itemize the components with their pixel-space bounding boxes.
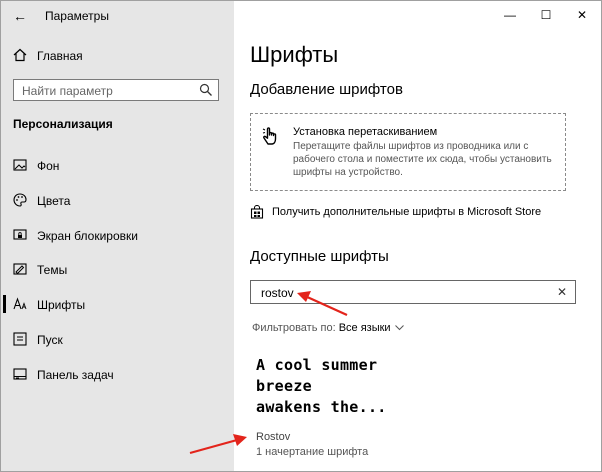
sidebar-item-background[interactable]: Фон: [1, 153, 234, 177]
store-link-label: Получить дополнительные шрифты в Microso…: [272, 206, 542, 218]
preview-line: breeze: [256, 377, 312, 395]
sidebar-item-taskbar[interactable]: Панель задач: [1, 362, 234, 386]
sidebar-item-label: Цвета: [37, 194, 71, 208]
sidebar-item-label: Панель задач: [37, 368, 114, 382]
annotation-arrow: [189, 434, 247, 455]
drop-zone-title: Установка перетаскиванием: [293, 126, 438, 138]
microsoft-store-link[interactable]: Получить дополнительные шрифты в Microso…: [250, 205, 570, 221]
sidebar-item-label: Главная: [37, 49, 83, 63]
lock-screen-icon: [13, 228, 27, 242]
settings-search-input[interactable]: [20, 82, 194, 100]
page-title: Шрифты: [250, 42, 339, 67]
palette-icon: [13, 193, 27, 207]
store-bag-icon: [250, 205, 264, 219]
sidebar-item-themes[interactable]: Темы: [1, 257, 234, 281]
back-arrow-icon[interactable]: ←: [11, 7, 29, 25]
section-title: Персонализация: [13, 117, 113, 131]
sidebar-item-colors[interactable]: Цвета: [1, 188, 234, 212]
sidebar: ← Параметры Главная Персонализация Фон: [1, 1, 234, 471]
window-title: Параметры: [45, 9, 109, 23]
sidebar-item-label: Шрифты: [37, 298, 86, 312]
main-content: Шрифты Добавление шрифтов Установка пере…: [234, 1, 601, 471]
annotation-arrow: [297, 291, 348, 317]
themes-icon: [13, 262, 27, 276]
taskbar-icon: [13, 367, 27, 381]
add-fonts-heading: Добавление шрифтов: [250, 81, 403, 98]
drop-zone-description: Перетащите файлы шрифтов из проводника и…: [293, 141, 552, 178]
font-card-rostov[interactable]: A cool summer breeze awakens the... Rost…: [252, 351, 452, 461]
preview-line: awakens the...: [256, 398, 387, 416]
sidebar-item-label: Фон: [37, 159, 60, 173]
sidebar-item-lock-screen[interactable]: Экран блокировки: [1, 223, 234, 247]
home-icon: [13, 48, 27, 62]
sidebar-item-home[interactable]: Главная: [1, 43, 234, 67]
sidebar-item-label: Темы: [37, 263, 68, 277]
font-style-count: 1 начертание шрифта: [256, 446, 369, 458]
sidebar-item-fonts[interactable]: Шрифты: [1, 292, 234, 316]
start-icon: [13, 332, 27, 346]
font-drop-zone[interactable]: Установка перетаскиванием Перетащите фай…: [250, 113, 566, 191]
hand-pointer-icon: [259, 124, 283, 148]
filter-label: Фильтровать по:: [252, 322, 336, 334]
available-fonts-heading: Доступные шрифты: [250, 248, 389, 265]
active-indicator: [3, 295, 6, 313]
font-preview: A cool summer breeze awakens the...: [256, 355, 416, 418]
sidebar-item-label: Пуск: [37, 333, 63, 347]
filter-value: Все языки: [338, 322, 391, 334]
settings-window: ← Параметры Главная Персонализация Фон: [0, 0, 602, 472]
preview-line: A cool summer: [256, 356, 378, 374]
sidebar-item-label: Экран блокировки: [37, 229, 138, 243]
clear-icon[interactable]: ✕: [555, 284, 569, 300]
language-filter[interactable]: Фильтровать по: Все языки: [252, 322, 404, 336]
font-icon: [13, 297, 27, 311]
settings-search-box[interactable]: [13, 79, 219, 101]
font-name: Rostov: [256, 431, 291, 443]
search-icon[interactable]: [198, 82, 214, 98]
sidebar-item-start[interactable]: Пуск: [1, 327, 234, 351]
chevron-down-icon: [394, 323, 404, 333]
image-icon: [13, 158, 27, 172]
